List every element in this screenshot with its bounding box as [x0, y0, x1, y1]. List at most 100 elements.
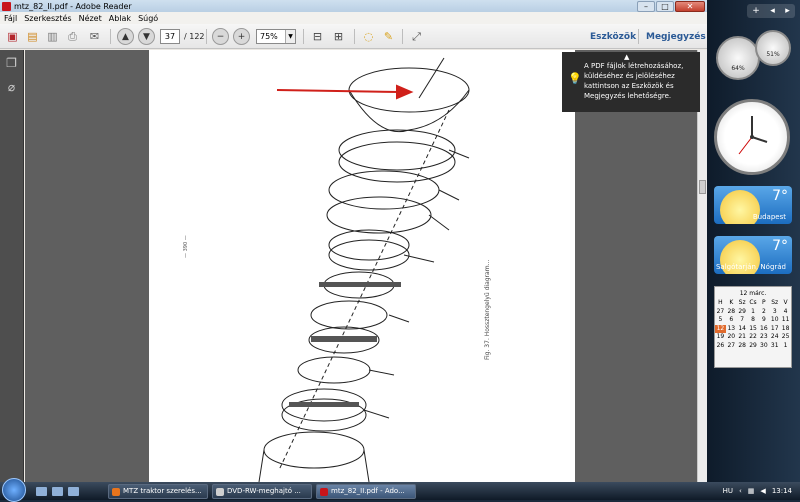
volume-icon[interactable]: ◀: [760, 487, 765, 495]
comment-bubble-icon[interactable]: ◌: [360, 28, 377, 45]
memory-meter-gadget[interactable]: 51%: [755, 30, 791, 66]
show-desktop-icon[interactable]: [36, 487, 47, 496]
calendar-day[interactable]: 27: [726, 342, 737, 351]
calendar-day[interactable]: 29: [737, 308, 748, 317]
quick-launch-icon[interactable]: [52, 487, 63, 496]
calendar-day[interactable]: 17: [769, 325, 780, 334]
calendar-week: 27 28 29 1 2 3 4: [715, 308, 791, 317]
menu-help[interactable]: Súgó: [138, 14, 158, 23]
minimize-button[interactable]: –: [637, 0, 655, 12]
attachments-paperclip-icon[interactable]: ⌀: [5, 80, 18, 94]
close-button[interactable]: ✕: [675, 0, 705, 12]
prev-gadget-icon[interactable]: ◂: [770, 6, 775, 16]
weekday: V: [783, 299, 788, 306]
memory-percent: 51%: [766, 51, 780, 58]
clock-time[interactable]: 13:14: [772, 487, 792, 495]
sidebar-controls[interactable]: + ◂ ▸: [747, 4, 795, 18]
language-indicator[interactable]: HU: [723, 487, 733, 495]
previous-page-button[interactable]: ▲: [117, 28, 134, 45]
maximize-button[interactable]: □: [656, 0, 674, 12]
add-gadget-icon[interactable]: +: [752, 6, 760, 16]
calendar-day[interactable]: 4: [780, 308, 791, 317]
calendar-day[interactable]: 13: [726, 325, 737, 334]
calendar-day[interactable]: 22: [748, 333, 759, 342]
save-icon[interactable]: ▥: [44, 28, 61, 45]
page-number-input[interactable]: 37: [160, 29, 180, 44]
collapse-caret-icon[interactable]: ▲: [624, 52, 629, 62]
task-firefox[interactable]: MTZ traktor szerelés...: [108, 484, 208, 499]
calendar-day[interactable]: 21: [737, 333, 748, 342]
calendar-day[interactable]: 26: [715, 342, 726, 351]
calendar-day[interactable]: 20: [726, 333, 737, 342]
calendar-day[interactable]: 30: [758, 342, 769, 351]
dvd-drive-icon: [216, 488, 224, 496]
create-pdf-icon[interactable]: ▣: [4, 28, 21, 45]
menu-file[interactable]: Fájl: [4, 14, 17, 23]
calendar-day[interactable]: 7: [737, 316, 748, 325]
cpu-meter-gadget[interactable]: 64%: [716, 36, 760, 80]
next-page-button[interactable]: ▼: [138, 28, 155, 45]
weekday: Sz: [738, 299, 746, 306]
task-adobe-reader[interactable]: mtz_82_II.pdf - Ado...: [316, 484, 416, 499]
tray-expand-icon[interactable]: ‹: [739, 487, 742, 495]
quick-launch-icon[interactable]: [68, 487, 79, 496]
weather-city: Salgótarján, Nógrád: [715, 263, 786, 271]
calendar-day[interactable]: 31: [769, 342, 780, 351]
calendar-day[interactable]: 8: [748, 316, 759, 325]
zoom-out-button[interactable]: −: [212, 28, 229, 45]
calendar-day[interactable]: 19: [715, 333, 726, 342]
calendar-day[interactable]: 12: [715, 324, 726, 333]
weather-gadget-budapest[interactable]: 7° Budapest: [714, 186, 792, 224]
open-folder-icon[interactable]: ▤: [24, 28, 41, 45]
calendar-day[interactable]: 1: [748, 308, 759, 317]
chevron-down-icon[interactable]: ▼: [285, 30, 295, 43]
zoom-select[interactable]: 75% ▼: [256, 29, 296, 44]
next-gadget-icon[interactable]: ▸: [785, 6, 790, 16]
calendar-day[interactable]: 10: [769, 316, 780, 325]
weekday: P: [762, 299, 766, 306]
calendar-day[interactable]: 23: [758, 333, 769, 342]
network-icon[interactable]: ▦: [748, 487, 755, 495]
fit-page-icon[interactable]: ⊞: [330, 28, 347, 45]
task-dvd-drive[interactable]: DVD-RW-meghajtó ...: [212, 484, 312, 499]
calendar-day[interactable]: 24: [769, 333, 780, 342]
calendar-day[interactable]: 5: [715, 316, 726, 325]
comment-button[interactable]: Megjegyzés: [646, 32, 706, 42]
clock-gadget[interactable]: [714, 99, 790, 175]
menu-view[interactable]: Nézet: [79, 14, 102, 23]
zoom-in-button[interactable]: +: [233, 28, 250, 45]
toolbar: ▣ ▤ ▥ ⎙ ✉ ▲ ▼ 37 / 122 − + 75% ▼ ⊟ ⊞ ◌ ✎…: [0, 24, 707, 49]
email-icon[interactable]: ✉: [86, 28, 103, 45]
calendar-day[interactable]: 11: [780, 316, 791, 325]
calendar-day[interactable]: 2: [758, 308, 769, 317]
weather-gadget-salgotarjan[interactable]: 7° Salgótarján, Nógrád: [714, 236, 792, 274]
menu-window[interactable]: Ablak: [109, 14, 131, 23]
calendar-day[interactable]: 1: [780, 342, 791, 351]
calendar-day[interactable]: 28: [726, 308, 737, 317]
calendar-gadget[interactable]: 12 márc. H K Sz Cs P Sz V 27 28 29 1 2 3 4 5 6 7 8…: [714, 286, 792, 368]
calendar-day[interactable]: 25: [780, 333, 791, 342]
print-icon[interactable]: ⎙: [64, 28, 81, 45]
toolbar-separator: [638, 29, 639, 44]
document-viewport[interactable]: — 390 — Fig. 37. Hossztengelyű diagram..…: [25, 50, 697, 482]
calendar-day[interactable]: 16: [758, 325, 769, 334]
vertical-scrollbar[interactable]: [697, 50, 707, 482]
calendar-day[interactable]: 15: [748, 325, 759, 334]
pdf-app-icon: [320, 488, 328, 496]
calendar-day[interactable]: 6: [726, 316, 737, 325]
menu-edit[interactable]: Szerkesztés: [24, 14, 71, 23]
calendar-day[interactable]: 18: [780, 325, 791, 334]
page-thumbnails-icon[interactable]: ❐: [5, 56, 18, 70]
calendar-day[interactable]: 3: [769, 308, 780, 317]
calendar-day[interactable]: 14: [737, 325, 748, 334]
tools-button[interactable]: Eszközök: [590, 32, 636, 42]
fullscreen-icon[interactable]: ⤢: [408, 28, 425, 45]
highlight-icon[interactable]: ✎: [380, 28, 397, 45]
fit-width-icon[interactable]: ⊟: [309, 28, 326, 45]
start-button[interactable]: [2, 478, 26, 502]
calendar-day[interactable]: 27: [715, 308, 726, 317]
calendar-day[interactable]: 29: [748, 342, 759, 351]
calendar-day[interactable]: 9: [758, 316, 769, 325]
calendar-day[interactable]: 28: [737, 342, 748, 351]
scrollbar-thumb[interactable]: [699, 180, 706, 194]
